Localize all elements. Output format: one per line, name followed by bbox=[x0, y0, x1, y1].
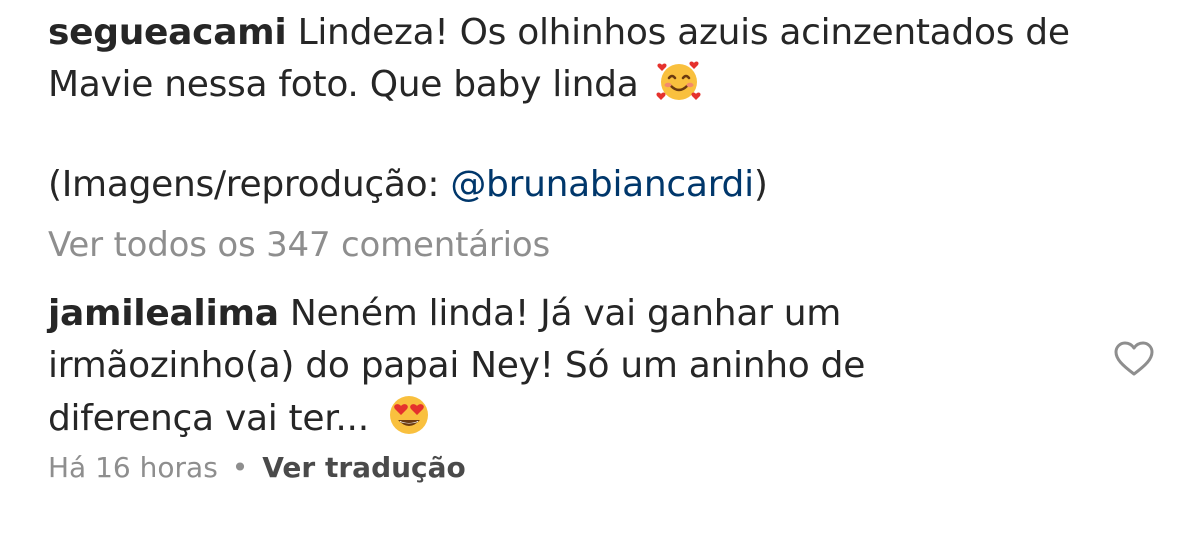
smiling-face-with-hearts-icon bbox=[656, 58, 702, 104]
credit-prefix: (Imagens/reprodução: bbox=[48, 164, 451, 205]
post-caption: segueacami Lindeza! Os olhinhos azuis ac… bbox=[48, 8, 1148, 210]
comment-meta: Há 16 horas • Ver tradução bbox=[48, 445, 466, 491]
mention-link[interactable]: @brunabiancardi bbox=[450, 164, 754, 205]
comment-username[interactable]: jamilealima bbox=[48, 293, 279, 334]
caption-username[interactable]: segueacami bbox=[48, 12, 287, 53]
comment-item: jamilealima Neném linda! Já vai ganhar u… bbox=[48, 288, 1008, 445]
heart-eyes-icon bbox=[386, 392, 432, 438]
credit-suffix: ) bbox=[753, 164, 768, 205]
heart-outline-icon[interactable] bbox=[1114, 341, 1154, 377]
see-translation-link[interactable]: Ver tradução bbox=[262, 451, 465, 484]
image-credit: (Imagens/reprodução: @brunabiancardi) bbox=[48, 160, 1148, 210]
meta-separator: • bbox=[231, 451, 249, 484]
comment-timestamp: Há 16 horas bbox=[48, 451, 218, 484]
view-all-comments-link[interactable]: Ver todos os 347 comentários bbox=[48, 220, 550, 270]
